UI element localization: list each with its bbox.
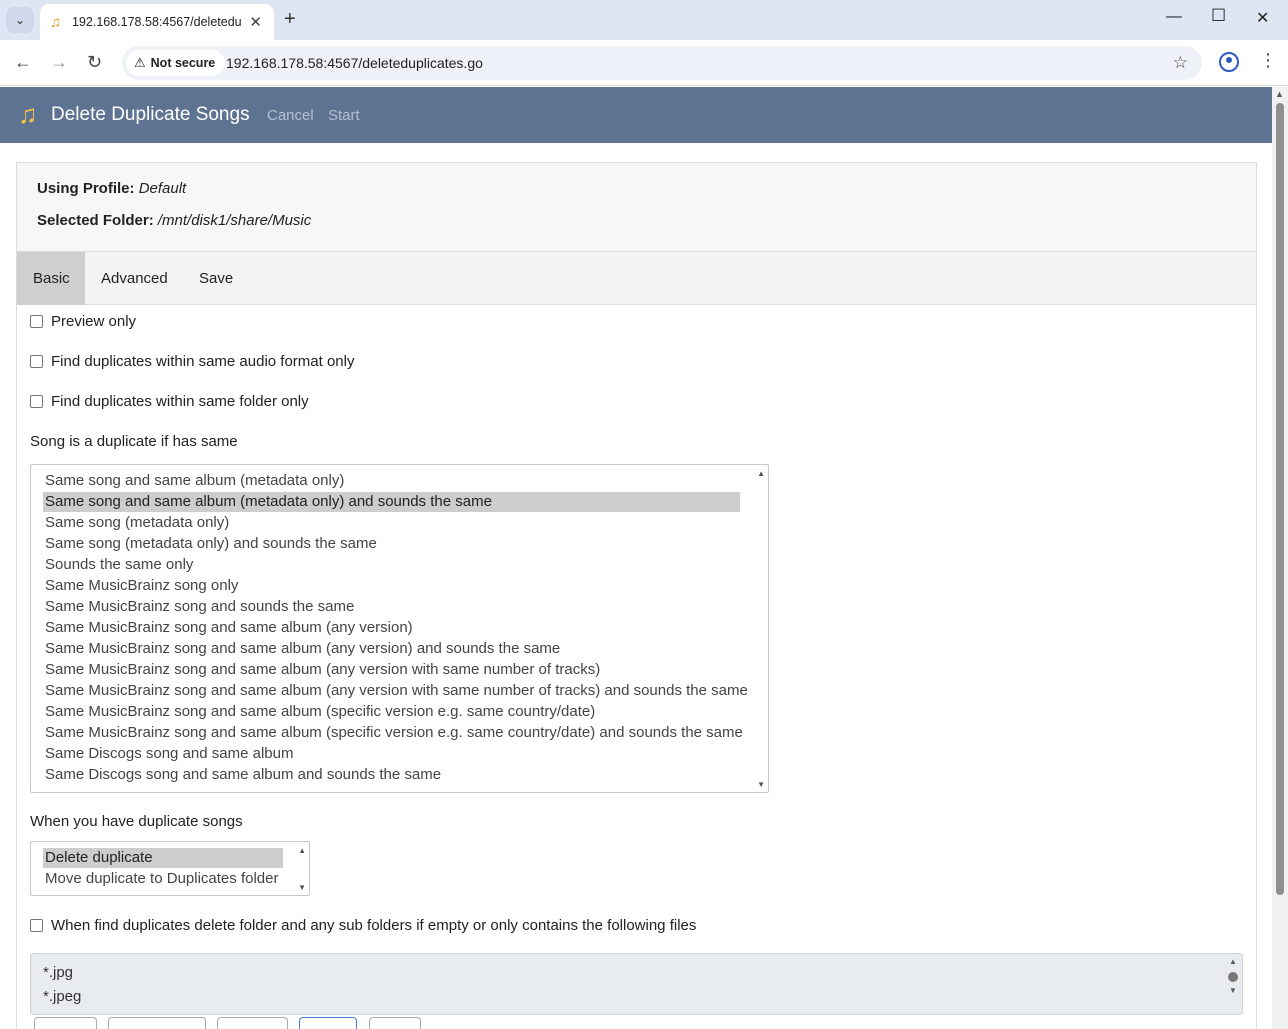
scroll-up-arrow-icon[interactable]: ▲: [1229, 957, 1237, 966]
new-tab-plus-icon[interactable]: +: [284, 8, 296, 31]
browser-toolbar: ← → ↻ ⚠ Not secure 192.168.178.58:4567/d…: [0, 40, 1288, 86]
tab-search-button[interactable]: ⌄: [6, 7, 34, 33]
profile-label: Using Profile:: [37, 180, 135, 197]
duplicate-if-label: Song is a duplicate if has same: [30, 433, 238, 450]
delete-folder-checkbox[interactable]: [30, 919, 43, 932]
same-folder-checkbox[interactable]: [30, 395, 43, 408]
file-patterns-textarea[interactable]: *.jpg *.jpeg ▲ ▼: [30, 953, 1243, 1015]
page-viewport: ♫ Delete Duplicate Songs Cancel Start ▲ …: [0, 87, 1288, 1029]
scroll-thumb[interactable]: [1228, 972, 1238, 982]
tab-basic[interactable]: Basic: [17, 252, 85, 305]
cancel-link[interactable]: Cancel: [267, 107, 314, 124]
minimize-icon[interactable]: —: [1166, 8, 1182, 26]
chevron-down-icon: ⌄: [14, 13, 26, 27]
list-item[interactable]: Same MusicBrainz song and same album (an…: [43, 618, 413, 638]
app-header: ♫ Delete Duplicate Songs Cancel Start: [0, 87, 1272, 143]
file-pattern-line: *.jpeg: [43, 988, 82, 1005]
bookmark-star-icon[interactable]: ☆: [1173, 53, 1188, 73]
browser-tabstrip: ⌄ ♫ 192.168.178.58:4567/deleteduplicates…: [0, 0, 1288, 40]
scroll-thumb[interactable]: [1276, 103, 1284, 895]
address-bar[interactable]: ⚠ Not secure 192.168.178.58:4567/deleted…: [122, 46, 1202, 80]
maximize-icon[interactable]: ☐: [1211, 6, 1226, 26]
duplicate-action-listbox[interactable]: Delete duplicate Move duplicate to Dupli…: [30, 841, 310, 896]
profile-line: Using Profile: Default: [37, 180, 186, 197]
browser-tab-title: 192.168.178.58:4567/deleteduplicates.go: [72, 15, 242, 29]
preview-only-row[interactable]: Preview only: [30, 313, 136, 330]
music-note-favicon-icon: ♫: [50, 13, 62, 31]
security-chip[interactable]: ⚠ Not secure: [126, 50, 226, 76]
scroll-up-arrow-icon[interactable]: ▲: [1275, 89, 1284, 99]
music-note-logo-icon: ♫: [18, 99, 38, 129]
profile-info: Using Profile: Default Selected Folder: …: [17, 163, 1256, 252]
same-format-label: Find duplicates within same audio format…: [51, 353, 355, 370]
folder-label: Selected Folder:: [37, 212, 154, 229]
page-title: Delete Duplicate Songs: [51, 104, 250, 125]
button-partial[interactable]: [299, 1017, 357, 1029]
tab-save[interactable]: Save: [183, 252, 249, 305]
same-format-checkbox[interactable]: [30, 355, 43, 368]
preview-only-checkbox[interactable]: [30, 315, 43, 328]
button-partial[interactable]: [34, 1017, 97, 1029]
file-pattern-line: *.jpg: [43, 964, 74, 981]
list-item[interactable]: Same song (metadata only) and sounds the…: [43, 534, 377, 554]
warning-triangle-icon: ⚠: [134, 55, 146, 70]
window-close-icon[interactable]: ✕: [1256, 8, 1269, 28]
button-partial[interactable]: [217, 1017, 288, 1029]
delete-folder-label: When find duplicates delete folder and a…: [51, 917, 697, 934]
scroll-down-arrow-icon[interactable]: ▼: [1229, 986, 1237, 995]
scroll-down-arrow-icon[interactable]: ▼: [298, 883, 306, 892]
button-partial[interactable]: [108, 1017, 206, 1029]
same-format-row[interactable]: Find duplicates within same audio format…: [30, 353, 355, 370]
folder-value: /mnt/disk1/share/Music: [157, 212, 312, 229]
security-label: Not secure: [150, 56, 216, 70]
textarea-scrollbar[interactable]: ▲ ▼: [1228, 957, 1238, 1013]
scroll-up-arrow-icon[interactable]: ▲: [757, 469, 765, 478]
duplicate-action-label: When you have duplicate songs: [30, 813, 243, 830]
list-item[interactable]: Same MusicBrainz song and same album (sp…: [43, 702, 595, 722]
reload-icon[interactable]: ↻: [87, 52, 102, 73]
list-item[interactable]: Same MusicBrainz song only: [43, 576, 238, 596]
list-item[interactable]: Same song and same album (metadata only): [43, 471, 344, 491]
duplicate-criteria-listbox[interactable]: Same song and same album (metadata only)…: [30, 464, 769, 793]
page-scrollbar[interactable]: ▲: [1272, 87, 1288, 1029]
start-link[interactable]: Start: [328, 107, 360, 124]
url-text: 192.168.178.58:4567/deleteduplicates.go: [226, 55, 483, 71]
list-item[interactable]: Same MusicBrainz song and same album (an…: [43, 681, 748, 701]
scroll-down-arrow-icon[interactable]: ▼: [757, 780, 765, 789]
delete-folder-row[interactable]: When find duplicates delete folder and a…: [30, 917, 696, 934]
scroll-up-arrow-icon[interactable]: ▲: [298, 846, 306, 855]
button-partial[interactable]: [369, 1017, 421, 1029]
same-folder-label: Find duplicates within same folder only: [51, 393, 309, 410]
list-item[interactable]: Same song (metadata only): [43, 513, 229, 533]
tab-advanced[interactable]: Advanced: [85, 252, 184, 305]
list-item[interactable]: Same MusicBrainz song and same album (an…: [43, 660, 600, 680]
settings-tabs: Basic Advanced Save: [17, 252, 1256, 305]
list-item[interactable]: Same MusicBrainz song and same album (sp…: [43, 723, 743, 743]
profile-avatar-icon[interactable]: [1219, 52, 1239, 72]
same-folder-row[interactable]: Find duplicates within same folder only: [30, 393, 309, 410]
list-item[interactable]: Same MusicBrainz song and same album (an…: [43, 639, 560, 659]
folder-line: Selected Folder: /mnt/disk1/share/Music: [37, 212, 311, 229]
browser-tab-active[interactable]: ♫ 192.168.178.58:4567/deleteduplicates.g…: [40, 4, 274, 40]
close-icon[interactable]: ✕: [249, 13, 262, 31]
forward-arrow-icon[interactable]: →: [50, 52, 68, 73]
list-item[interactable]: Move duplicate to Duplicates folder: [43, 869, 278, 889]
list-item[interactable]: Sounds the same only: [43, 555, 193, 575]
more-menu-icon[interactable]: ⋮: [1259, 50, 1277, 71]
profile-value: Default: [138, 180, 187, 197]
back-arrow-icon[interactable]: ←: [14, 52, 32, 73]
list-item[interactable]: Same Discogs song and same album and sou…: [43, 765, 441, 785]
list-item[interactable]: Same MusicBrainz song and sounds the sam…: [43, 597, 354, 617]
list-item[interactable]: Same Discogs song and same album: [43, 744, 293, 764]
list-item-selected[interactable]: Delete duplicate: [43, 848, 283, 868]
preview-only-label: Preview only: [51, 313, 137, 330]
list-item-selected[interactable]: Same song and same album (metadata only)…: [43, 492, 740, 512]
